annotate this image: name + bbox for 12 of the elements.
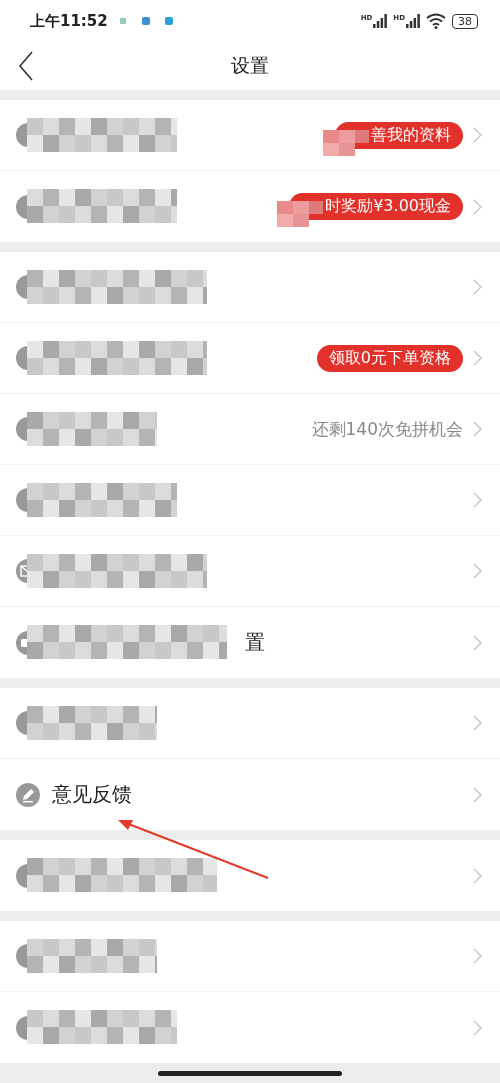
settings-row[interactable]: 领取0元下单资格	[0, 323, 500, 394]
promo-tag: 领取0元下单资格	[316, 344, 463, 372]
settings-row[interactable]: 善我的资料	[0, 100, 500, 171]
row-label: 置	[245, 629, 265, 656]
battery-icon: 38	[452, 13, 478, 29]
settings-row[interactable]: 还剩140次免拼机会	[0, 394, 500, 465]
row-hint: 还剩140次免拼机会	[311, 417, 463, 441]
settings-row[interactable]: 时奖励¥3.00现金	[0, 171, 500, 242]
row-label: 意见反馈	[52, 781, 132, 808]
status-time: 上午11:52	[30, 11, 108, 31]
settings-row[interactable]: 置	[0, 607, 500, 678]
page-title: 设置	[231, 53, 269, 78]
